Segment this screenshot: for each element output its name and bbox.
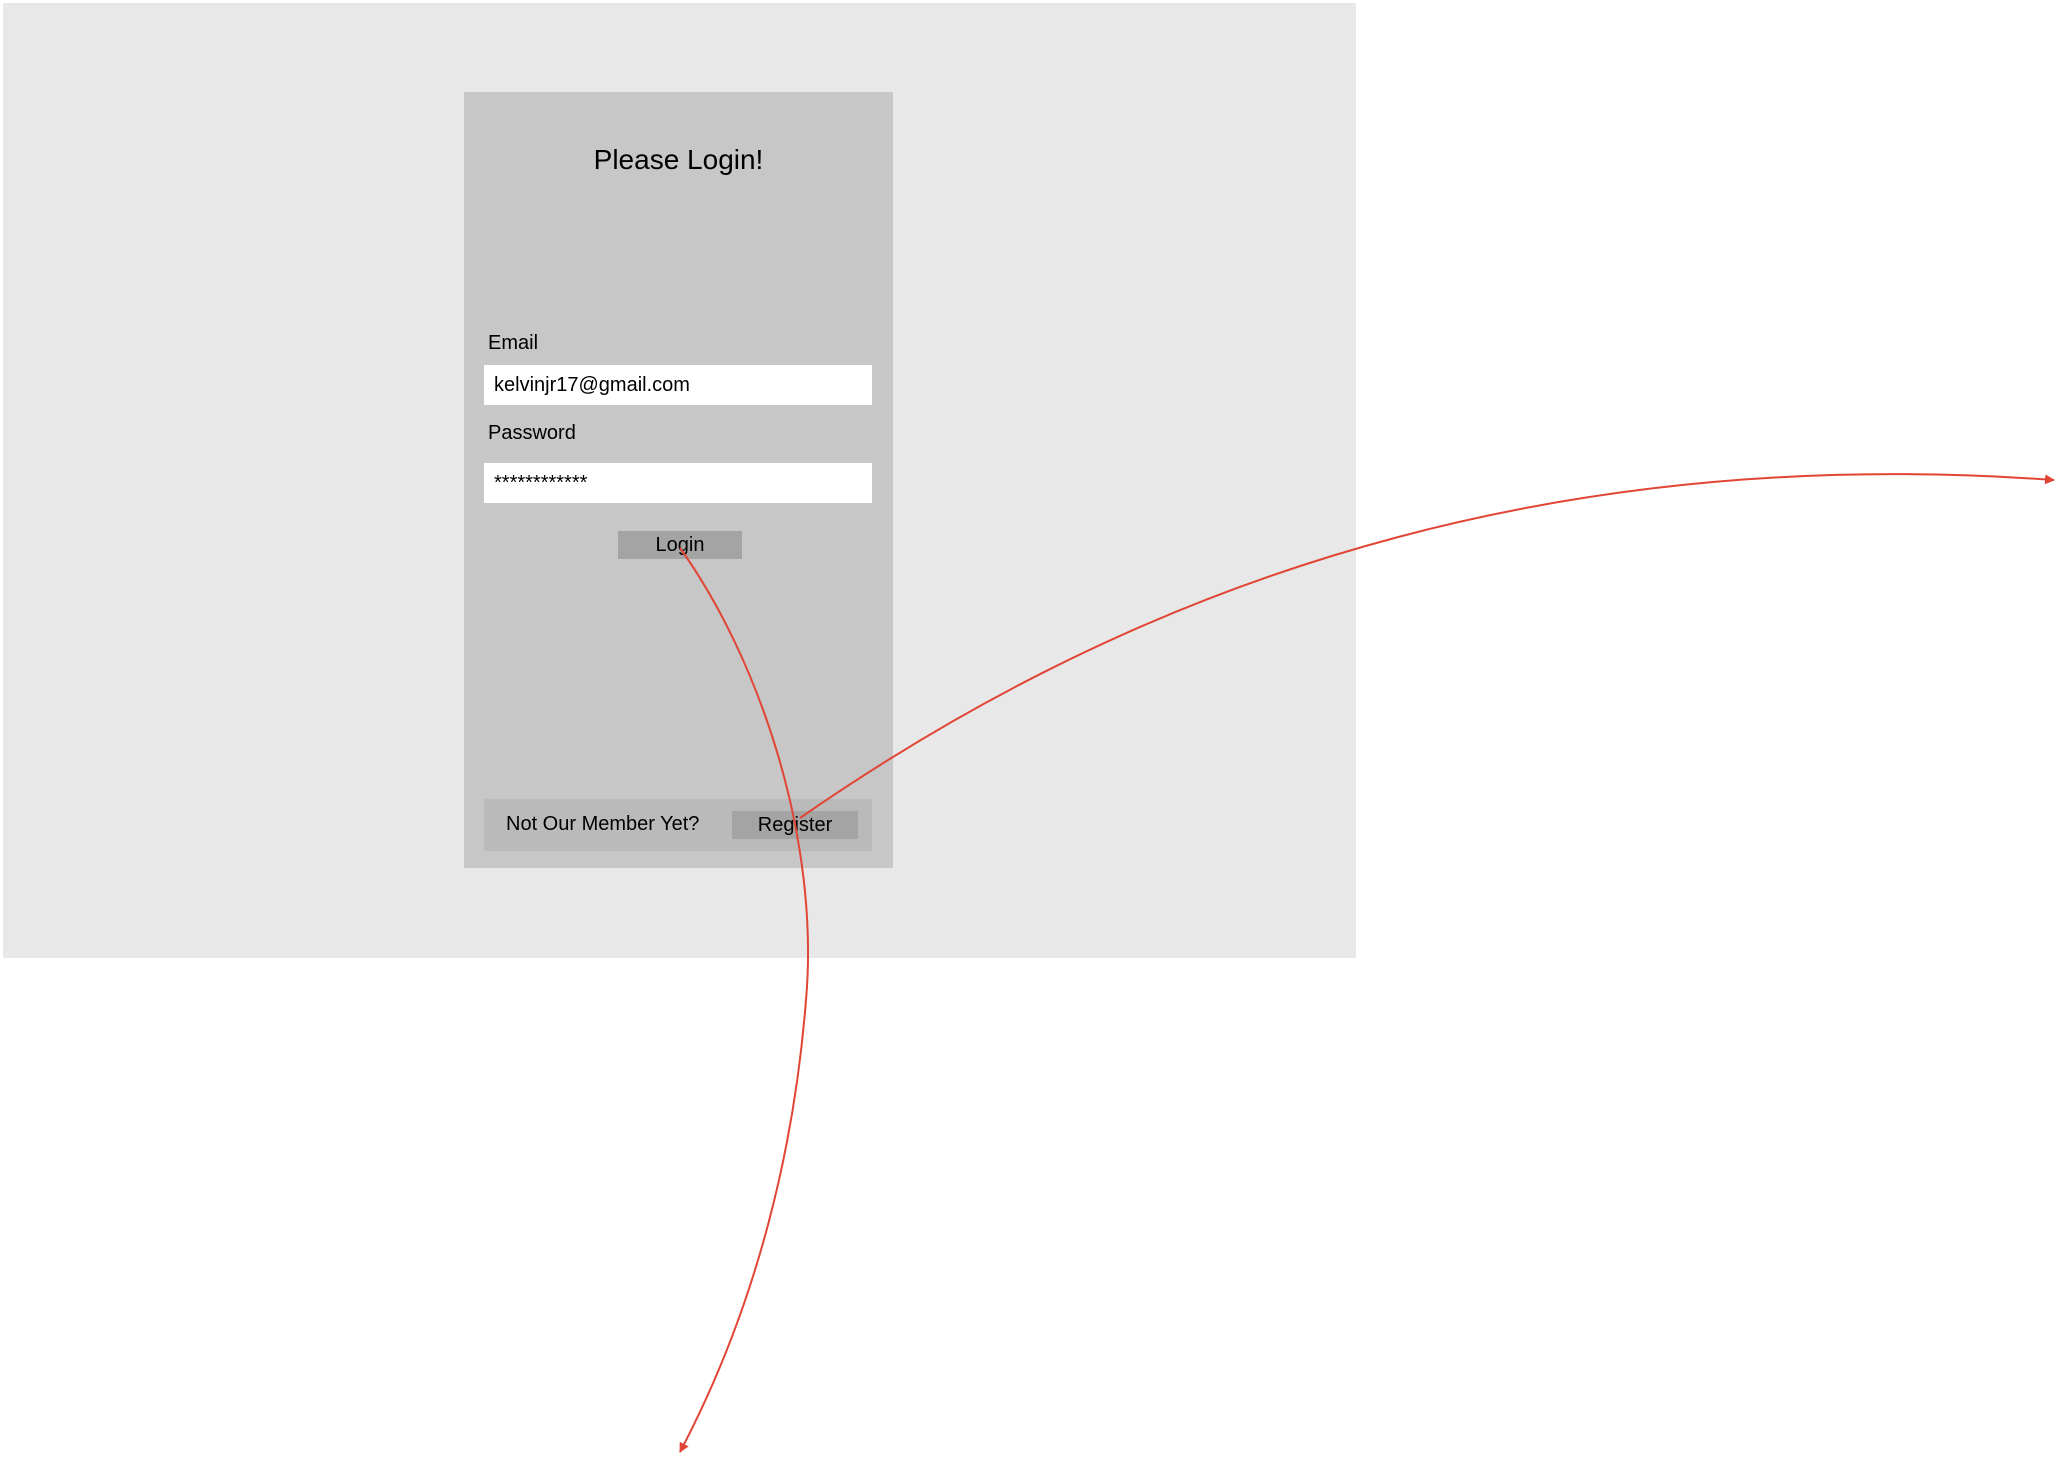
email-label: Email xyxy=(488,332,539,354)
login-card: Please Login! Email Password Login Not O… xyxy=(464,92,893,868)
page-title: Please Login! xyxy=(593,144,764,175)
email-field[interactable] xyxy=(484,365,872,405)
password-field[interactable] xyxy=(484,463,872,503)
password-label: Password xyxy=(488,422,576,444)
login-button[interactable]: Login xyxy=(618,531,742,559)
member-prompt-text: Not Our Member Yet? xyxy=(506,813,700,835)
login-page-background: Please Login! Email Password Login Not O… xyxy=(3,3,1356,958)
register-button[interactable]: Register xyxy=(732,811,858,839)
register-footer: Not Our Member Yet? Register xyxy=(484,799,872,851)
